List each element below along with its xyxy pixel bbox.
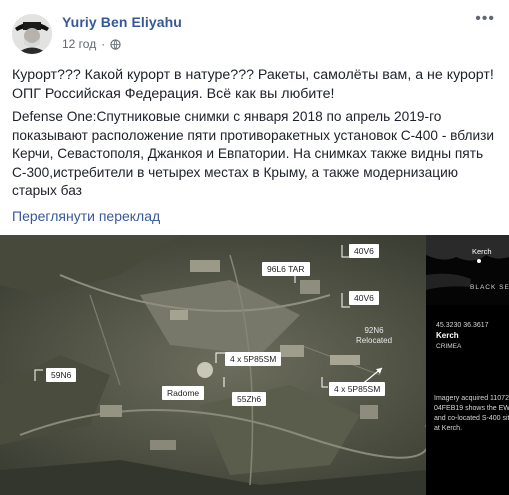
facebook-post: Yuriy Ben Eliyahu 12 год · ••• Курорт???… [0,0,509,495]
info-side-panel: Kerch BLACK SEA 45.3230 36.3617 Kerch CR… [426,235,509,495]
more-options-icon[interactable]: ••• [475,11,495,27]
post-text-paragraph-1: Курорт??? Какой курорт в натуре??? Ракет… [12,67,494,102]
post-photo[interactable]: 40V6 96L6 TAR 40V6 92N6 Relocated 4 x 5P… [0,235,509,495]
meta-separator: · [101,37,106,51]
side-caption-3: and co-located S-400 sit [434,415,509,422]
label-5p85sm-right: 4 x 5P85SM [329,382,386,396]
timestamp[interactable]: 12 год [62,37,96,51]
side-coords: 45.3230 36.3617 [436,322,489,329]
globe-icon[interactable] [110,38,121,50]
avatar[interactable] [12,14,52,54]
side-sea: BLACK SEA [470,284,509,291]
see-translation-link[interactable]: Переглянути переклад [12,208,160,224]
label-40v6-mid: 40V6 [349,291,379,305]
locator-map [426,235,509,305]
side-caption-1: Imagery acquired 11072 [434,395,509,402]
side-place: Kerch [436,331,459,340]
label-radome: Radome [162,386,205,400]
author-name[interactable]: Yuriy Ben Eliyahu [62,14,182,30]
post-text-paragraph-2: Defense One:Спутниковые снимки с января … [12,109,495,199]
label-5p85sm-left: 4 x 5P85SM [225,352,282,366]
label-96l6-tar: 96L6 TAR [262,262,310,276]
label-92n6: 92N6 Relocated [356,326,392,346]
label-59n6: 59N6 [46,368,77,382]
label-92n6-name: 92N6 [364,326,384,335]
label-40v6-top: 40V6 [349,244,379,258]
side-city: Kerch [472,247,492,256]
side-caption-2: 04FEB19 shows the EW [434,405,509,412]
side-region: CRIMEA [436,343,462,350]
side-caption-4: at Kerch. [434,425,463,432]
label-92n6-relocated: Relocated [356,336,393,345]
label-55zh6: 55Zh6 [232,392,267,406]
post-meta: 12 год · [62,37,121,51]
